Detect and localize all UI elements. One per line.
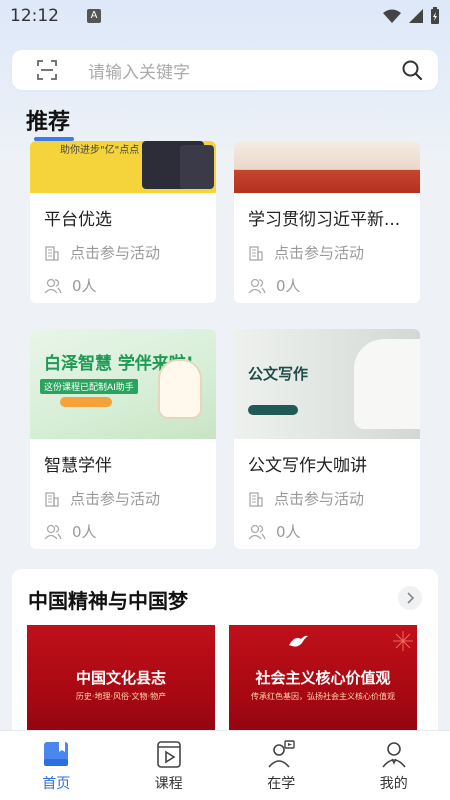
- card-activity: 点击参与活动: [248, 488, 420, 509]
- nav-item-learning[interactable]: 在学: [225, 731, 338, 800]
- card-thumbnail: 白泽智慧 学伴来啦! 这份课程已配制AI助手: [30, 329, 216, 439]
- profile-icon: [382, 742, 406, 768]
- people-count: 0人: [72, 277, 97, 295]
- nav-label: 首页: [42, 776, 71, 792]
- nav-label: 在学: [267, 776, 296, 792]
- status-time: 12:12: [10, 6, 59, 26]
- people-icon: [44, 524, 62, 539]
- activity-text: 点击参与活动: [70, 490, 161, 508]
- section-title-recommend: 推荐: [26, 110, 71, 135]
- card-activity: 点击参与活动: [44, 242, 216, 263]
- banner-subtitle: 历史·地理·风俗·文物·物产: [75, 692, 167, 701]
- people-count: 0人: [276, 523, 301, 541]
- people-icon: [44, 278, 62, 293]
- card-title: 公文写作大咖讲: [248, 456, 367, 476]
- notification-a-icon: A: [87, 9, 101, 23]
- banner-county-culture[interactable]: 中国文化县志 历史·地理·风俗·文物·物产: [27, 625, 215, 745]
- card-smart-companion[interactable]: 白泽智慧 学伴来啦! 这份课程已配制AI助手 智慧学伴 点击参与活动 0人: [30, 329, 216, 549]
- card-title: 智慧学伴: [44, 456, 112, 476]
- wifi-icon: [383, 9, 401, 23]
- signal-icon: [409, 9, 423, 23]
- section-title-china-dream: 中国精神与中国梦: [28, 589, 188, 613]
- building-icon: [249, 245, 263, 261]
- bottom-nav: 首页 课程 在学 我的: [0, 730, 450, 800]
- card-title: 学习贯彻习近平新...: [248, 210, 401, 230]
- activity-text: 点击参与活动: [70, 244, 161, 262]
- nav-item-course[interactable]: 课程: [113, 731, 226, 800]
- status-icons: [382, 7, 440, 25]
- scan-icon[interactable]: [36, 59, 58, 81]
- banner-title: 中国文化县志: [75, 669, 166, 687]
- card-people: 0人: [44, 521, 216, 542]
- mascot-image: [158, 359, 202, 419]
- people-icon: [248, 278, 266, 293]
- card-title: 平台优选: [44, 210, 112, 230]
- people-icon: [248, 524, 266, 539]
- building-icon: [45, 245, 59, 261]
- search-bar[interactable]: 请输入关键字: [12, 50, 438, 90]
- building-icon: [45, 491, 59, 507]
- card-study-xi[interactable]: 学习贯彻习近平新... 点击参与活动 0人: [234, 141, 420, 303]
- card-people: 0人: [248, 275, 420, 296]
- thumb-subtext: 这份课程已配制AI助手: [40, 379, 138, 394]
- phone-image: [180, 145, 214, 189]
- firework-icon: [393, 631, 413, 651]
- people-count: 0人: [72, 523, 97, 541]
- card-activity: 点击参与活动: [248, 242, 420, 263]
- thumb-text: 助你进步"亿"点点: [60, 145, 140, 156]
- course-video-icon: [156, 741, 181, 768]
- card-platform-pick[interactable]: 助你进步"亿"点点 平台优选 点击参与活动 0人: [30, 141, 216, 303]
- activity-text: 点击参与活动: [274, 490, 365, 508]
- learning-person-icon: [268, 740, 295, 768]
- card-thumbnail: 助你进步"亿"点点: [30, 141, 216, 193]
- thumb-button-graphic: [248, 405, 298, 415]
- search-input[interactable]: 请输入关键字: [88, 58, 190, 83]
- thumb-button-graphic: [60, 397, 112, 407]
- card-people: 0人: [44, 275, 216, 296]
- nav-item-profile[interactable]: 我的: [338, 731, 450, 800]
- card-thumbnail: 公文写作: [234, 329, 420, 439]
- home-book-icon: [44, 742, 69, 766]
- dove-icon: [289, 635, 308, 647]
- activity-text: 点击参与活动: [274, 244, 365, 262]
- banner-core-values[interactable]: 社会主义核心价值观 传承红色基因，弘扬社会主义核心价值观: [229, 625, 417, 745]
- thumb-heading: 公文写作: [248, 365, 309, 383]
- card-activity: 点击参与活动: [44, 488, 216, 509]
- nav-label: 课程: [154, 776, 183, 792]
- card-people: 0人: [248, 521, 420, 542]
- card-official-writing[interactable]: 公文写作 公文写作大咖讲 点击参与活动 0人: [234, 329, 420, 549]
- chevron-right-icon[interactable]: [398, 586, 422, 610]
- writing-hand-image: [354, 339, 420, 429]
- battery-icon: [431, 7, 439, 24]
- banner-title: 社会主义核心价值观: [255, 669, 391, 687]
- search-icon[interactable]: [400, 58, 424, 82]
- nav-label: 我的: [379, 776, 408, 792]
- people-count: 0人: [276, 277, 301, 295]
- building-icon: [249, 491, 263, 507]
- status-bar: 12:12 A: [0, 0, 450, 32]
- nav-item-home[interactable]: 首页: [0, 731, 113, 800]
- card-thumbnail: [234, 141, 420, 193]
- banner-subtitle: 传承红色基因，弘扬社会主义核心价值观: [251, 692, 395, 701]
